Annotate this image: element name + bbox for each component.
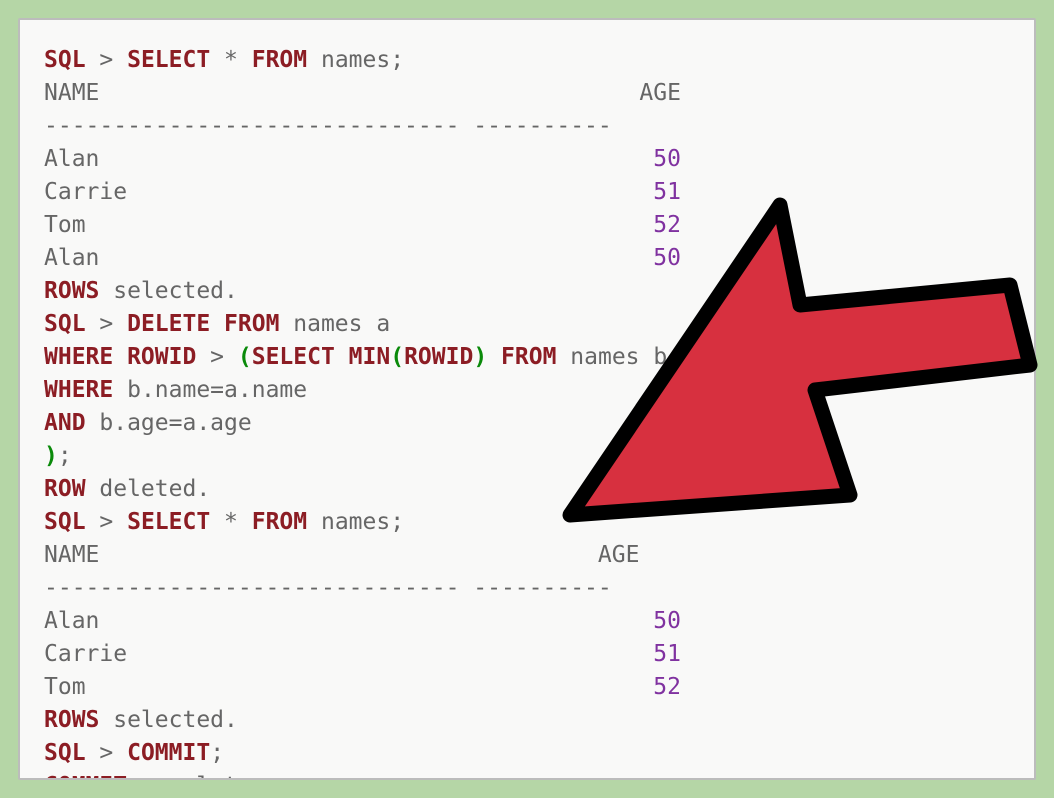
header-row: NAME AGE — [44, 80, 681, 106]
kw-select: SELECT — [127, 47, 210, 73]
row-age: 51 — [653, 179, 681, 205]
kw-where-rowid: WHERE ROWID — [44, 344, 196, 370]
text: > — [196, 344, 238, 370]
row-name: Tom — [44, 674, 86, 700]
kw-sql: SQL — [44, 509, 86, 535]
header-row: NAME AGE — [44, 542, 639, 568]
row-name: Alan — [44, 146, 99, 172]
divider: ------------------------------ ---------… — [44, 113, 612, 139]
paren-open: ( — [238, 344, 252, 370]
text: selected. — [99, 278, 237, 304]
kw-select-min: SELECT MIN — [252, 344, 390, 370]
row-name: Carrie — [44, 179, 127, 205]
sql-output: SQL > SELECT * FROM names; NAME AGE ----… — [44, 44, 1016, 780]
kw-delete-from: DELETE FROM — [127, 311, 279, 337]
text: > — [86, 311, 128, 337]
row-name: Alan — [44, 245, 99, 271]
row-age: 52 — [653, 674, 681, 700]
row-age: 50 — [653, 608, 681, 634]
kw-commit: COMMIT — [44, 773, 127, 780]
row-age: 52 — [653, 212, 681, 238]
kw-row: ROW — [44, 476, 86, 502]
terminal-frame: SQL > SELECT * FROM names; NAME AGE ----… — [18, 18, 1036, 780]
paren-close: ) — [44, 443, 58, 469]
text: * — [210, 509, 252, 535]
kw-rows: ROWS — [44, 707, 99, 733]
kw-and: AND — [44, 410, 86, 436]
text — [487, 344, 501, 370]
text: > — [86, 740, 128, 766]
text: names; — [307, 509, 404, 535]
text: names b — [556, 344, 667, 370]
kw-from: FROM — [252, 509, 307, 535]
kw-sql: SQL — [44, 47, 86, 73]
paren-open: ( — [390, 344, 404, 370]
kw-rowid: ROWID — [404, 344, 473, 370]
kw-sql: SQL — [44, 311, 86, 337]
kw-where: WHERE — [44, 377, 113, 403]
text: ; — [58, 443, 72, 469]
text: names; — [307, 47, 404, 73]
text: b.name=a.name — [113, 377, 307, 403]
row-name: Carrie — [44, 641, 127, 667]
row-age: 50 — [653, 245, 681, 271]
kw-from: FROM — [501, 344, 556, 370]
paren-close: ) — [473, 344, 487, 370]
text: complete. — [127, 773, 265, 780]
row-name: Alan — [44, 608, 99, 634]
text: > — [86, 509, 128, 535]
text: names a — [279, 311, 390, 337]
kw-sql: SQL — [44, 740, 86, 766]
divider: ------------------------------ ---------… — [44, 575, 612, 601]
text: * — [210, 47, 252, 73]
text: deleted. — [86, 476, 211, 502]
text: b.age=a.age — [86, 410, 252, 436]
kw-from: FROM — [252, 47, 307, 73]
kw-select: SELECT — [127, 509, 210, 535]
row-age: 51 — [653, 641, 681, 667]
text: ; — [210, 740, 224, 766]
text: selected. — [99, 707, 237, 733]
row-age: 50 — [653, 146, 681, 172]
kw-rows: ROWS — [44, 278, 99, 304]
text: > — [86, 47, 128, 73]
row-name: Tom — [44, 212, 86, 238]
kw-commit: COMMIT — [127, 740, 210, 766]
